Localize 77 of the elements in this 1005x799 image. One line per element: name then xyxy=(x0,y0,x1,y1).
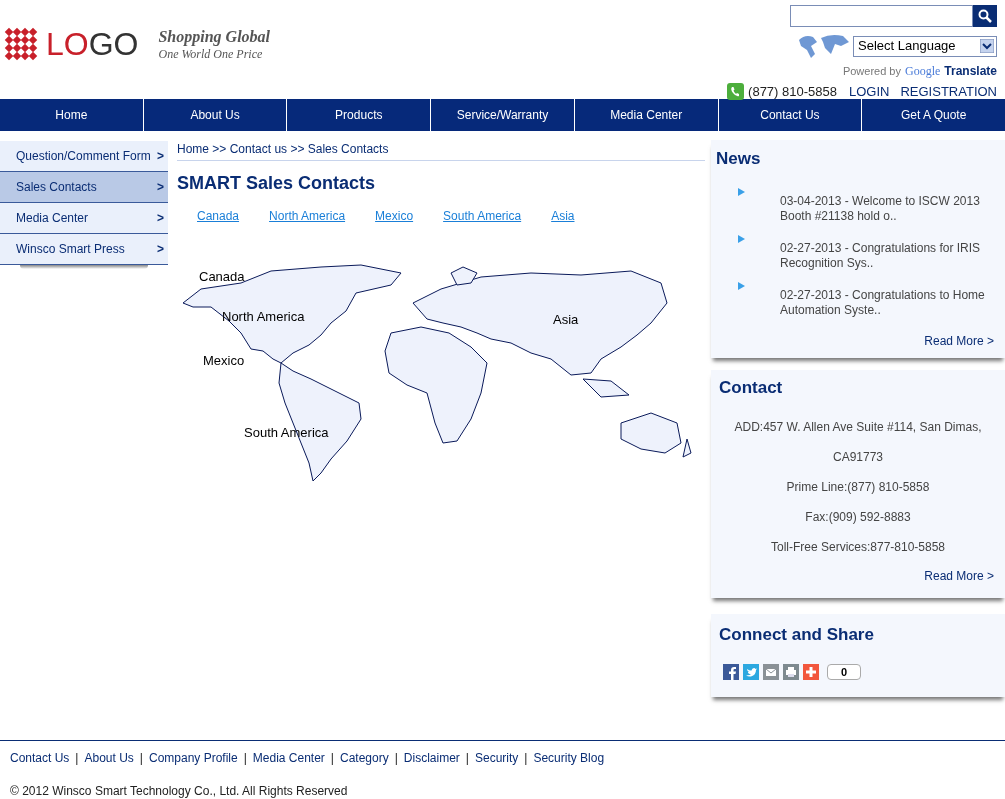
footer-link[interactable]: About Us xyxy=(84,749,134,767)
contact-line: Toll-Free Services:877-810-5858 xyxy=(770,538,946,555)
footer-link[interactable]: Security xyxy=(474,749,519,767)
separator-text: | xyxy=(139,750,143,767)
subtagline: One World One Price xyxy=(158,46,264,62)
share-count: 0 xyxy=(827,663,861,680)
bullet-icon xyxy=(738,281,745,290)
panel-title: News xyxy=(716,149,761,168)
facebook-icon[interactable] xyxy=(723,663,739,680)
separator-text: | xyxy=(465,750,469,767)
footer-link[interactable]: Category xyxy=(340,749,389,767)
separator-text: | xyxy=(243,750,247,767)
logo-icon xyxy=(4,27,38,61)
nav-tab[interactable]: Contact Us xyxy=(718,99,863,131)
panel-title: Contact xyxy=(719,378,783,397)
google-text: Google xyxy=(904,63,941,80)
search-field[interactable] xyxy=(790,5,973,27)
nav-tab[interactable]: Get A Quote xyxy=(862,99,1005,131)
plus-icon[interactable] xyxy=(803,663,819,680)
nav-tab[interactable]: Service/Warranty xyxy=(431,99,575,131)
sidebar-item[interactable]: Question/Comment Form > xyxy=(0,141,168,172)
world-map-icon xyxy=(797,32,851,60)
tagline: Shopping Global xyxy=(158,26,271,47)
bullet-icon xyxy=(738,234,745,243)
separator-text: | xyxy=(330,750,334,767)
contact-line: Prime Line:(877) 810-5858 xyxy=(786,478,930,495)
map-label: South America xyxy=(244,424,329,442)
sidebar-item[interactable]: Media Center > xyxy=(0,203,168,234)
region-link[interactable]: South America xyxy=(443,207,522,225)
dropdown-caret-icon xyxy=(980,39,994,53)
map-label: Mexico xyxy=(203,352,245,370)
nav-tab[interactable]: Products xyxy=(287,99,432,131)
news-link[interactable]: 02-27-2013 - Congratulations for IRIS Recognition Sys.. xyxy=(780,240,996,271)
map-label: Canada xyxy=(199,268,245,286)
translate-link[interactable]: Translate xyxy=(944,62,997,80)
news-link[interactable]: 03-04-2013 - Welcome to ISCW 2013 Booth #21138 hold o.. xyxy=(780,193,996,224)
read-more-link[interactable]: Read More > xyxy=(924,566,994,585)
footer-link[interactable]: Company Profile xyxy=(148,749,238,767)
footer-link[interactable]: Disclaimer xyxy=(403,749,460,767)
map-label: North America xyxy=(222,308,305,326)
separator-text: | xyxy=(75,750,79,767)
breadcrumb: Home >> Contact us >> Sales Contacts xyxy=(177,140,705,161)
sidebar-item[interactable]: Sales Contacts > xyxy=(0,172,168,203)
search-icon xyxy=(978,9,992,23)
nav-tab[interactable]: About Us xyxy=(143,99,288,131)
language-select[interactable]: Select Language xyxy=(853,35,997,57)
region-link[interactable]: North America xyxy=(269,207,346,225)
powered-by-text: Powered by xyxy=(842,63,901,79)
separator-text: | xyxy=(524,750,528,767)
region-link[interactable]: Canada xyxy=(197,207,240,225)
phone-number: (877) 810-5858 xyxy=(748,83,837,101)
header-link[interactable]: REGISTRATION xyxy=(900,82,997,102)
email-icon[interactable] xyxy=(763,663,779,680)
search-button[interactable] xyxy=(973,5,997,27)
contact-line: CA91773 xyxy=(832,448,883,465)
footer-link[interactable]: Security Blog xyxy=(533,749,605,767)
page-title: SMART Sales Contacts xyxy=(177,172,377,195)
copyright-text: © 2012 Winsco Smart Technology Co., Ltd. All Rights Reserved xyxy=(10,783,349,799)
bullet-icon xyxy=(738,187,745,196)
phone-icon xyxy=(727,83,745,101)
news-link[interactable]: 02-27-2013 - Congratulations to Home Automation Syste.. xyxy=(780,287,996,318)
header-link[interactable]: LOGIN xyxy=(849,82,890,102)
print-icon[interactable] xyxy=(783,663,799,680)
sidebar-item[interactable]: Winsco Smart Press > xyxy=(0,234,168,265)
nav-tab[interactable]: Media Center xyxy=(574,99,719,131)
footer-link[interactable]: Contact Us xyxy=(10,749,70,767)
read-more-link[interactable]: Read More > xyxy=(924,331,994,350)
contact-line: ADD:457 W. Allen Ave Suite #114, San Dimas, xyxy=(734,418,982,435)
panel-title: Connect and Share xyxy=(719,625,874,644)
nav-tab[interactable]: Home xyxy=(0,99,144,131)
footer-link[interactable]: Media Center xyxy=(252,749,325,767)
contact-line: Fax:(909) 592-8883 xyxy=(805,508,911,525)
logo-text: LOGO xyxy=(46,28,139,60)
separator-text: | xyxy=(394,750,398,767)
region-link[interactable]: Mexico xyxy=(375,207,414,225)
map-label: Asia xyxy=(553,311,579,329)
region-link[interactable]: Asia xyxy=(551,207,575,225)
